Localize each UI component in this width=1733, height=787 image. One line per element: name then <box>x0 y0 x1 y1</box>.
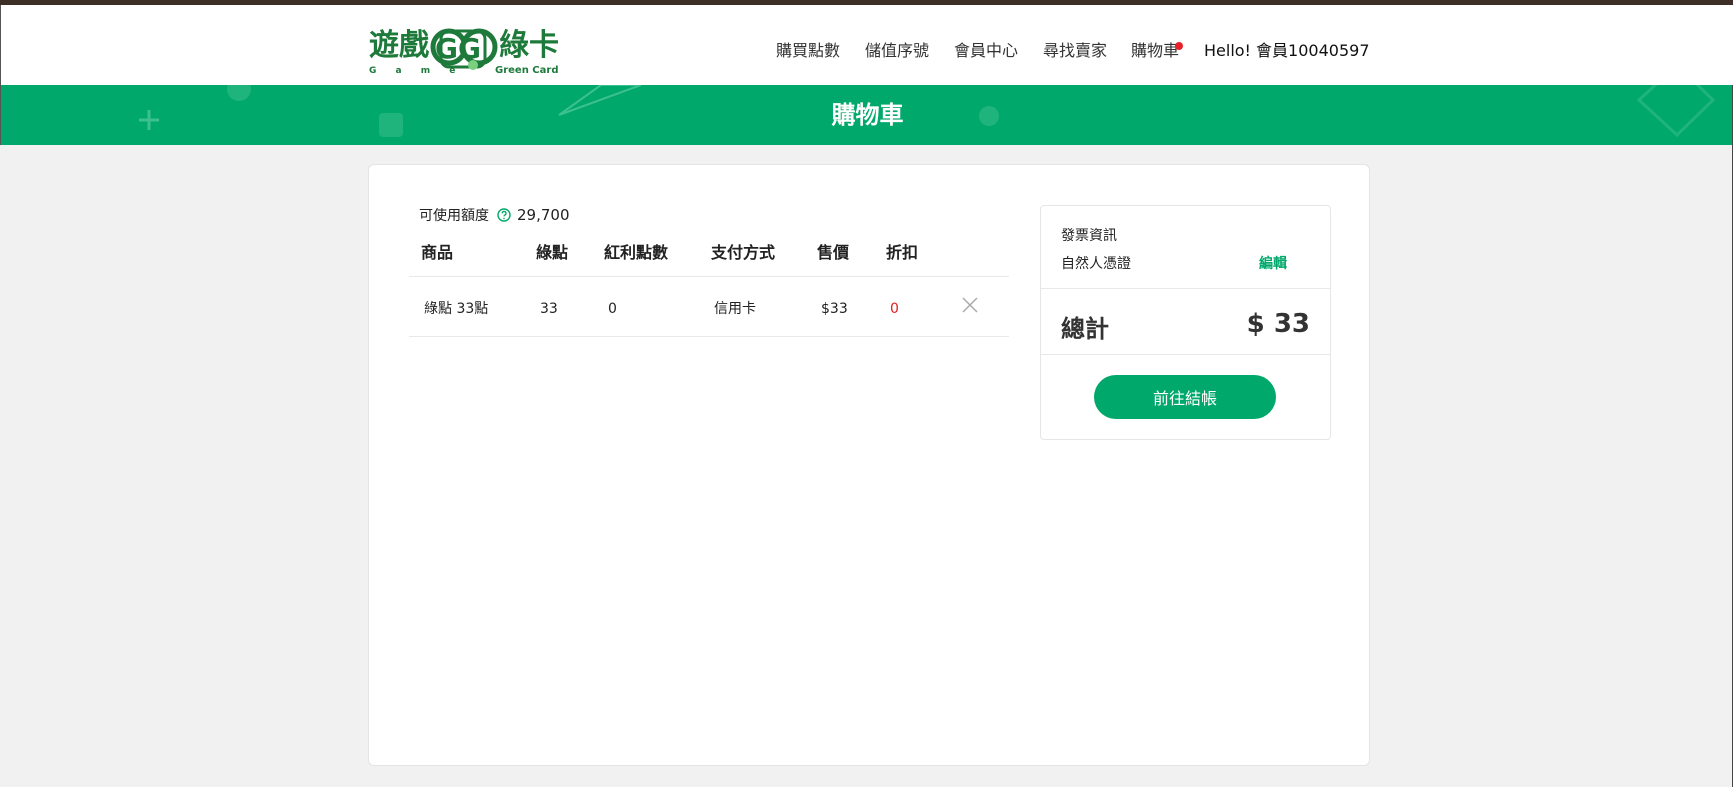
site-header: 遊戲 GG 綠卡 G a m e Green Card 購買點數 儲值序號 會員… <box>0 5 1733 85</box>
cart-notification-dot <box>1175 42 1183 50</box>
invoice-type: 自然人憑證 <box>1061 256 1131 272</box>
edit-invoice-link[interactable]: 編輯 <box>1259 253 1287 273</box>
svg-text:G a m e: G a m e <box>369 66 463 75</box>
cart-card: 可使用額度 29,700 商品 綠點 紅利點數 支付方式 售價 折扣 綠點 33… <box>368 164 1370 766</box>
available-credit: 可使用額度 29,700 <box>419 205 570 225</box>
col-price: 售價 <box>817 243 850 262</box>
col-bonus-points: 紅利點數 <box>604 243 669 262</box>
order-summary: 發票資訊 自然人憑證 編輯 總計 $ 33 前往結帳 <box>1040 205 1331 440</box>
svg-text:遊戲: 遊戲 <box>369 28 429 63</box>
nav-cart[interactable]: 購物車 <box>1131 41 1179 61</box>
svg-text:GG: GG <box>435 32 481 65</box>
credit-value: 29,700 <box>517 206 570 224</box>
cell-payment: 信用卡 <box>714 301 756 317</box>
summary-divider <box>1041 288 1330 289</box>
cell-product: 綠點 33點 <box>424 301 489 317</box>
svg-text:綠卡: 綠卡 <box>499 28 559 63</box>
invoice-title: 發票資訊 <box>1061 228 1117 244</box>
nav-buy-points[interactable]: 購買點數 <box>776 41 840 61</box>
total-label: 總計 <box>1061 315 1109 343</box>
header-divider <box>409 276 1009 277</box>
help-icon[interactable] <box>497 208 511 222</box>
site-logo[interactable]: 遊戲 GG 綠卡 G a m e Green Card <box>369 25 571 75</box>
col-green-points: 綠點 <box>536 243 569 262</box>
nav-member-center[interactable]: 會員中心 <box>954 41 1018 61</box>
user-greeting[interactable]: Hello! 會員10040597 <box>1204 41 1370 61</box>
row-divider <box>409 336 1009 337</box>
page-title: 購物車 <box>831 101 904 129</box>
cell-points: 33 <box>540 301 558 317</box>
col-discount: 折扣 <box>886 243 919 262</box>
credit-label: 可使用額度 <box>419 208 489 224</box>
page-banner: 購物車 <box>0 85 1733 145</box>
col-payment: 支付方式 <box>711 243 776 262</box>
summary-divider <box>1041 354 1330 355</box>
checkout-button[interactable]: 前往結帳 <box>1094 375 1276 419</box>
cell-discount: 0 <box>890 301 899 317</box>
svg-text:Green Card: Green Card <box>495 65 558 75</box>
nav-redeem-code[interactable]: 儲值序號 <box>865 41 929 61</box>
cell-bonus: 0 <box>608 301 617 317</box>
close-icon[interactable] <box>960 295 980 315</box>
cell-price: $33 <box>821 301 848 317</box>
col-product: 商品 <box>421 243 454 262</box>
nav-find-seller[interactable]: 尋找賣家 <box>1043 41 1107 61</box>
total-value: $ 33 <box>1246 309 1310 339</box>
